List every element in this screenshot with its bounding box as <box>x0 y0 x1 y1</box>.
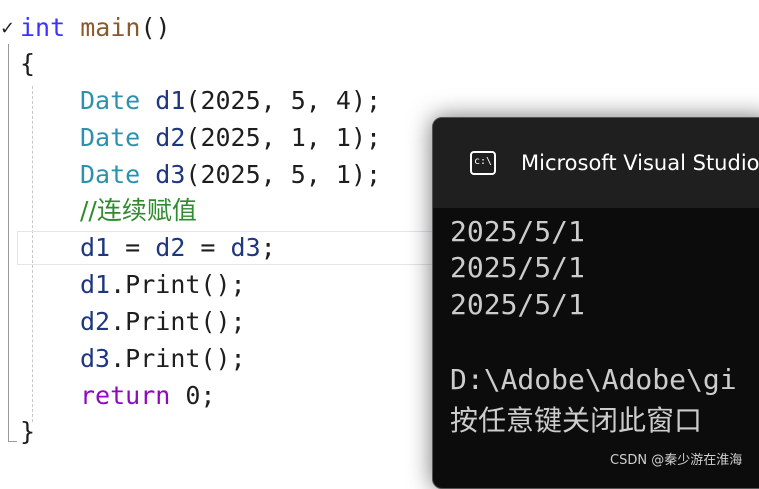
console-path-line: D:\Adobe\Adobe\gi <box>450 363 737 396</box>
args-token: (2025, 5, 1); <box>185 160 382 189</box>
variable-token: d1 <box>80 233 111 262</box>
console-output-line-2: 2025/5/1 <box>450 251 585 284</box>
code-line-3[interactable]: Date d1(2025, 5, 4); <box>80 83 381 119</box>
variable-token: d2 <box>155 233 186 262</box>
type-token: Date <box>80 160 141 189</box>
code-line-2[interactable]: { <box>20 46 35 82</box>
method-call-token: .Print(); <box>110 344 246 373</box>
code-line-10[interactable]: d3.Print(); <box>80 341 246 377</box>
args-token: (2025, 5, 4); <box>185 86 382 115</box>
code-line-11[interactable]: return 0; <box>80 378 215 414</box>
code-line-1[interactable]: int main() <box>20 10 171 46</box>
close-brace-token: } <box>20 417 36 446</box>
function-name-token: main <box>80 13 141 42</box>
punctuation-token: () <box>140 13 171 42</box>
console-titlebar[interactable]: c:\ Microsoft Visual Studio <box>433 118 759 208</box>
console-title: Microsoft Visual Studio <box>521 151 759 175</box>
variable-token: d1 <box>80 270 111 299</box>
type-token: Date <box>80 86 141 115</box>
terminal-icon: c:\ <box>470 151 496 175</box>
variable-token: d3 <box>230 233 261 262</box>
console-window[interactable]: c:\ Microsoft Visual Studio 2025/5/1 202… <box>432 117 759 489</box>
semicolon-token: ; <box>260 233 276 262</box>
comment-token: //连续赋值 <box>80 196 197 225</box>
return-keyword-token: return <box>80 381 171 410</box>
fold-toggle-icon[interactable]: ✓ <box>0 18 15 39</box>
watermark: CSDN @秦少游在淮海 <box>610 453 743 468</box>
operator-token: = <box>110 233 156 262</box>
code-line-9[interactable]: d2.Print(); <box>80 304 246 340</box>
console-output-line-1: 2025/5/1 <box>450 215 585 248</box>
method-call-token: .Print(); <box>110 307 246 336</box>
args-token: (2025, 1, 1); <box>185 123 382 152</box>
variable-token: d2 <box>155 123 186 152</box>
operator-token: = <box>185 233 231 262</box>
code-line-5[interactable]: Date d3(2025, 5, 1); <box>80 157 381 193</box>
code-line-8[interactable]: d1.Print(); <box>80 267 246 303</box>
keyword-token: int <box>20 13 66 42</box>
variable-token: d3 <box>80 344 111 373</box>
return-value-token: 0; <box>170 381 216 410</box>
type-token: Date <box>80 123 141 152</box>
code-line-12[interactable]: } <box>20 414 35 450</box>
open-brace-token: { <box>20 49 36 78</box>
code-line-4[interactable]: Date d2(2025, 1, 1); <box>80 120 381 156</box>
scope-bracket-end <box>8 441 17 442</box>
variable-token: d3 <box>155 160 186 189</box>
variable-token: d2 <box>80 307 111 336</box>
console-prompt-line: 按任意键关闭此窗口 <box>450 404 703 437</box>
variable-token: d1 <box>155 86 186 115</box>
method-call-token: .Print(); <box>110 270 246 299</box>
scope-bracket-line <box>8 44 9 442</box>
code-line-6[interactable]: //连续赋值 <box>80 193 197 229</box>
console-output-line-3: 2025/5/1 <box>450 288 585 321</box>
code-line-7[interactable]: d1 = d2 = d3; <box>80 230 276 266</box>
